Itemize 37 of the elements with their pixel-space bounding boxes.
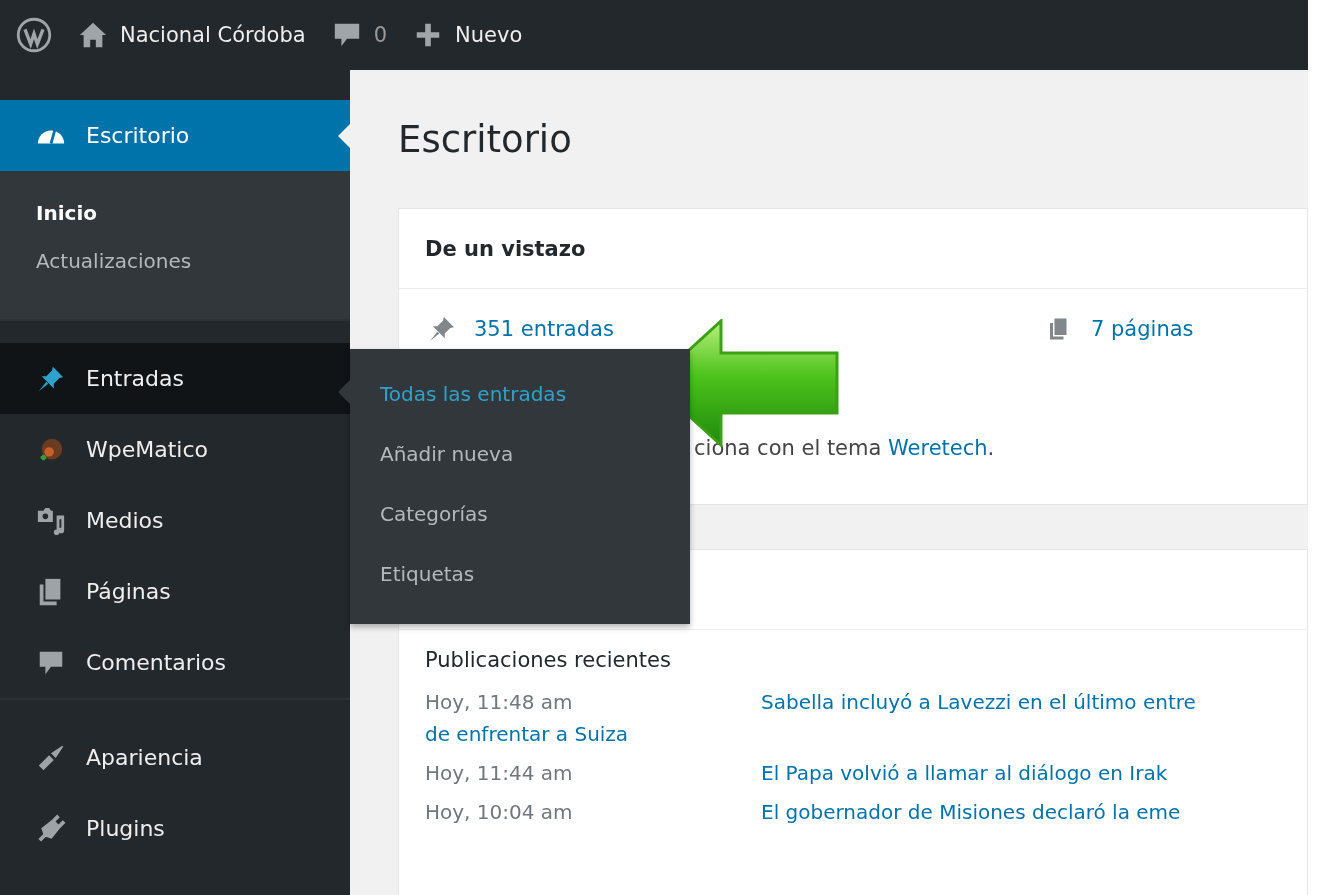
new-content-link[interactable]: Nuevo [413,20,523,50]
post-link[interactable]: El gobernador de Misiones declaró la eme [761,800,1181,824]
pages-count-link[interactable]: 7 páginas [1091,317,1194,341]
site-name-link[interactable]: Nacional Córdoba [78,20,306,50]
selection-pointer-icon [338,124,350,148]
submenu-item[interactable]: Actualizaciones [0,237,350,285]
post-link[interactable]: de enfrentar a Suiza [425,722,1307,746]
flyout-item[interactable]: Categorías [350,484,690,544]
section-heading: Publicaciones recientes [425,648,672,672]
plug-icon [36,813,66,844]
flyout-item[interactable]: Todas las entradas [350,364,690,424]
post-date: Hoy, 11:44 am [425,761,574,785]
theme-link[interactable]: Weretech [888,436,988,460]
comments-link[interactable]: 0 [331,20,388,50]
menu-item[interactable]: Comentarios [0,627,350,698]
page-title: Escritorio [398,116,573,163]
post-date: Hoy, 11:48 am [425,690,574,714]
home-icon [78,20,108,50]
menu-item[interactable]: Medios [0,485,350,556]
post-link[interactable]: El Papa volvió a llamar al diálogo en Irak [761,761,1168,785]
flyout-item[interactable]: Añadir nueva [350,424,690,484]
menu-item[interactable]: Escritorio [0,100,350,171]
menu-item[interactable]: Páginas [0,556,350,627]
menu-item[interactable]: Entradas [0,343,350,414]
menu-item[interactable]: Plugins [0,793,350,864]
theme-info-text: ciona con el tema Weretech. [694,436,996,460]
menu-item[interactable]: Apariencia [0,722,350,793]
pushpin-icon [430,317,454,341]
menu-item[interactable]: WpeMatico [0,414,350,485]
wordpress-logo-icon[interactable] [16,17,52,53]
posts-count-link[interactable]: 351 entradas [474,317,614,341]
card-title: De un vistazo [399,209,1307,289]
camera-music-icon [36,505,66,536]
post-link[interactable]: Sabella incluyó a Lavezzi en el último entre [761,690,1196,714]
submenu-item[interactable]: Inicio [0,189,350,237]
flyout-item[interactable]: Etiquetas [350,544,690,604]
post-date: Hoy, 10:04 am [425,800,574,824]
